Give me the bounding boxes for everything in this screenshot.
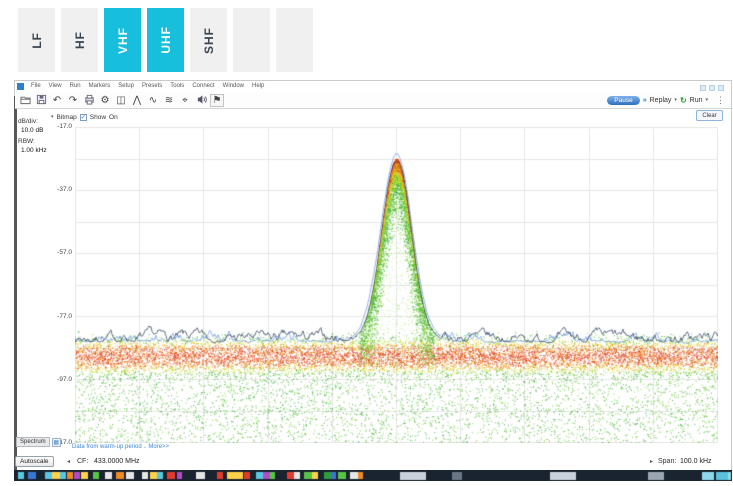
span-label: Span: xyxy=(658,458,676,465)
band-tab-empty-6[interactable] xyxy=(233,8,270,72)
settings-gear-icon[interactable]: ⚙ xyxy=(98,94,112,107)
menu-items: FileViewRunMarkersSetupPresetsToolsConne… xyxy=(27,83,268,89)
replay-button[interactable]: Replay xyxy=(650,97,672,104)
save-icon[interactable] xyxy=(34,94,48,107)
spectrum-plot[interactable] xyxy=(75,127,718,443)
open-file-icon[interactable] xyxy=(18,94,32,107)
run-button[interactable]: Run xyxy=(690,97,703,104)
warmup-message[interactable]: Data from warm-up period .. More>> xyxy=(72,444,169,450)
band-tab-label: LF xyxy=(30,32,44,49)
band-tabs: LF HF VHF UHF SHF xyxy=(18,8,313,72)
touch-icon[interactable]: ⌖ xyxy=(178,94,192,107)
menu-help[interactable]: Help xyxy=(248,83,268,89)
undo-icon[interactable]: ↶ xyxy=(50,94,64,107)
collapsed-panel-edge[interactable] xyxy=(14,96,17,470)
menu-file[interactable]: File xyxy=(27,83,45,89)
window-maximize-button[interactable] xyxy=(709,85,715,91)
y-tick-label: -97.0 xyxy=(2,376,72,383)
trace-options-icon[interactable]: ∿ xyxy=(146,94,160,107)
clear-button[interactable]: Clear xyxy=(696,110,723,121)
band-tab-label: SHF xyxy=(202,27,216,54)
band-tab-label: UHF xyxy=(159,26,173,54)
screen: LFHFVHFUHFSHF FileViewRunMarkersSetupPre… xyxy=(0,0,733,486)
menu-run[interactable]: Run xyxy=(66,83,85,89)
run-caret-icon[interactable]: ▾ xyxy=(705,97,708,103)
band-tab-label: HF xyxy=(73,31,87,49)
band-tab-empty-7[interactable] xyxy=(276,8,313,72)
span-step-right-icon[interactable]: ▸ xyxy=(650,458,653,465)
menu-markers[interactable]: Markers xyxy=(85,83,115,89)
y-tick-label: -57.0 xyxy=(2,249,72,256)
analysis-icon[interactable]: ≋ xyxy=(162,94,176,107)
autoscale-button[interactable]: Autoscale xyxy=(15,456,54,467)
band-tab-vhf[interactable]: VHF xyxy=(104,8,141,72)
show-label: Show xyxy=(90,114,106,121)
band-tab-lf[interactable]: LF xyxy=(18,8,55,72)
band-tab-uhf[interactable]: UHF xyxy=(147,8,184,72)
y-tick-label: -37.0 xyxy=(2,186,72,193)
redo-icon[interactable]: ↷ xyxy=(66,94,80,107)
menu-bar: FileViewRunMarkersSetupPresetsToolsConne… xyxy=(17,81,268,91)
menu-tools[interactable]: Tools xyxy=(166,83,188,89)
menu-window[interactable]: Window xyxy=(219,83,248,89)
display-settings-icon[interactable]: ◫ xyxy=(114,94,128,107)
toolbar: ↶↷ ⚙◫⋀∿≋⌖ ⚑ Pause » Replay ▾ ↻ Run ▾ ⋮ xyxy=(15,92,731,109)
menu-presets[interactable]: Presets xyxy=(138,83,166,89)
cf-value[interactable]: 433.0000 MHz xyxy=(94,458,140,465)
status-strip[interactable] xyxy=(14,470,732,481)
peak-search-icon[interactable]: ⋀ xyxy=(130,94,144,107)
y-tick-label: -17.0 xyxy=(2,123,72,130)
run-icon: ↻ xyxy=(680,96,687,105)
display-tab: Spectrum ▦ xyxy=(16,437,61,447)
toolbar-run-controls: Pause » Replay ▾ ↻ Run ▾ ⋮ xyxy=(607,95,731,106)
app-logo-icon xyxy=(17,83,24,90)
audio-demod-icon[interactable] xyxy=(194,94,208,107)
menu-setup[interactable]: Setup xyxy=(114,83,138,89)
span-value[interactable]: 100.0 kHz xyxy=(680,458,712,465)
spectrum-tab-button[interactable]: Spectrum xyxy=(16,437,50,447)
replay-caret-icon[interactable]: ▾ xyxy=(674,97,677,103)
band-tab-hf[interactable]: HF xyxy=(61,8,98,72)
window-minimize-button[interactable] xyxy=(700,85,706,91)
y-tick-label: -77.0 xyxy=(2,313,72,320)
menu-connect[interactable]: Connect xyxy=(188,83,218,89)
cf-label: CF: xyxy=(77,458,88,465)
toolbar-icons: ↶↷ ⚙◫⋀∿≋⌖ ⚑ xyxy=(18,94,226,107)
trace-selector-caret-icon[interactable]: ▾ xyxy=(51,114,54,120)
show-checkbox[interactable]: ✓ xyxy=(80,114,87,121)
band-tab-label: VHF xyxy=(116,27,130,54)
print-icon[interactable] xyxy=(82,94,96,107)
trace-state-label: On xyxy=(109,114,118,121)
rbw-value[interactable]: 1.00 kHz xyxy=(21,147,47,154)
window-close-button[interactable] xyxy=(718,85,724,91)
display-dropdown-icon[interactable]: ▦ xyxy=(52,438,61,447)
menu-view[interactable]: View xyxy=(45,83,66,89)
trace-selector[interactable]: Bitmap xyxy=(57,114,77,121)
band-tab-shf[interactable]: SHF xyxy=(190,8,227,72)
pause-button[interactable]: Pause xyxy=(607,96,639,105)
cf-step-left-icon[interactable]: ◂ xyxy=(67,458,70,465)
overflow-menu-icon[interactable]: ⋮ xyxy=(716,95,725,106)
marker-setup-icon[interactable]: ⚑ xyxy=(210,94,224,107)
trace-bar: ▾ Bitmap ✓ Show On xyxy=(51,112,118,122)
replay-icon: » xyxy=(643,97,647,104)
rbw-label: RBW: xyxy=(18,138,35,145)
